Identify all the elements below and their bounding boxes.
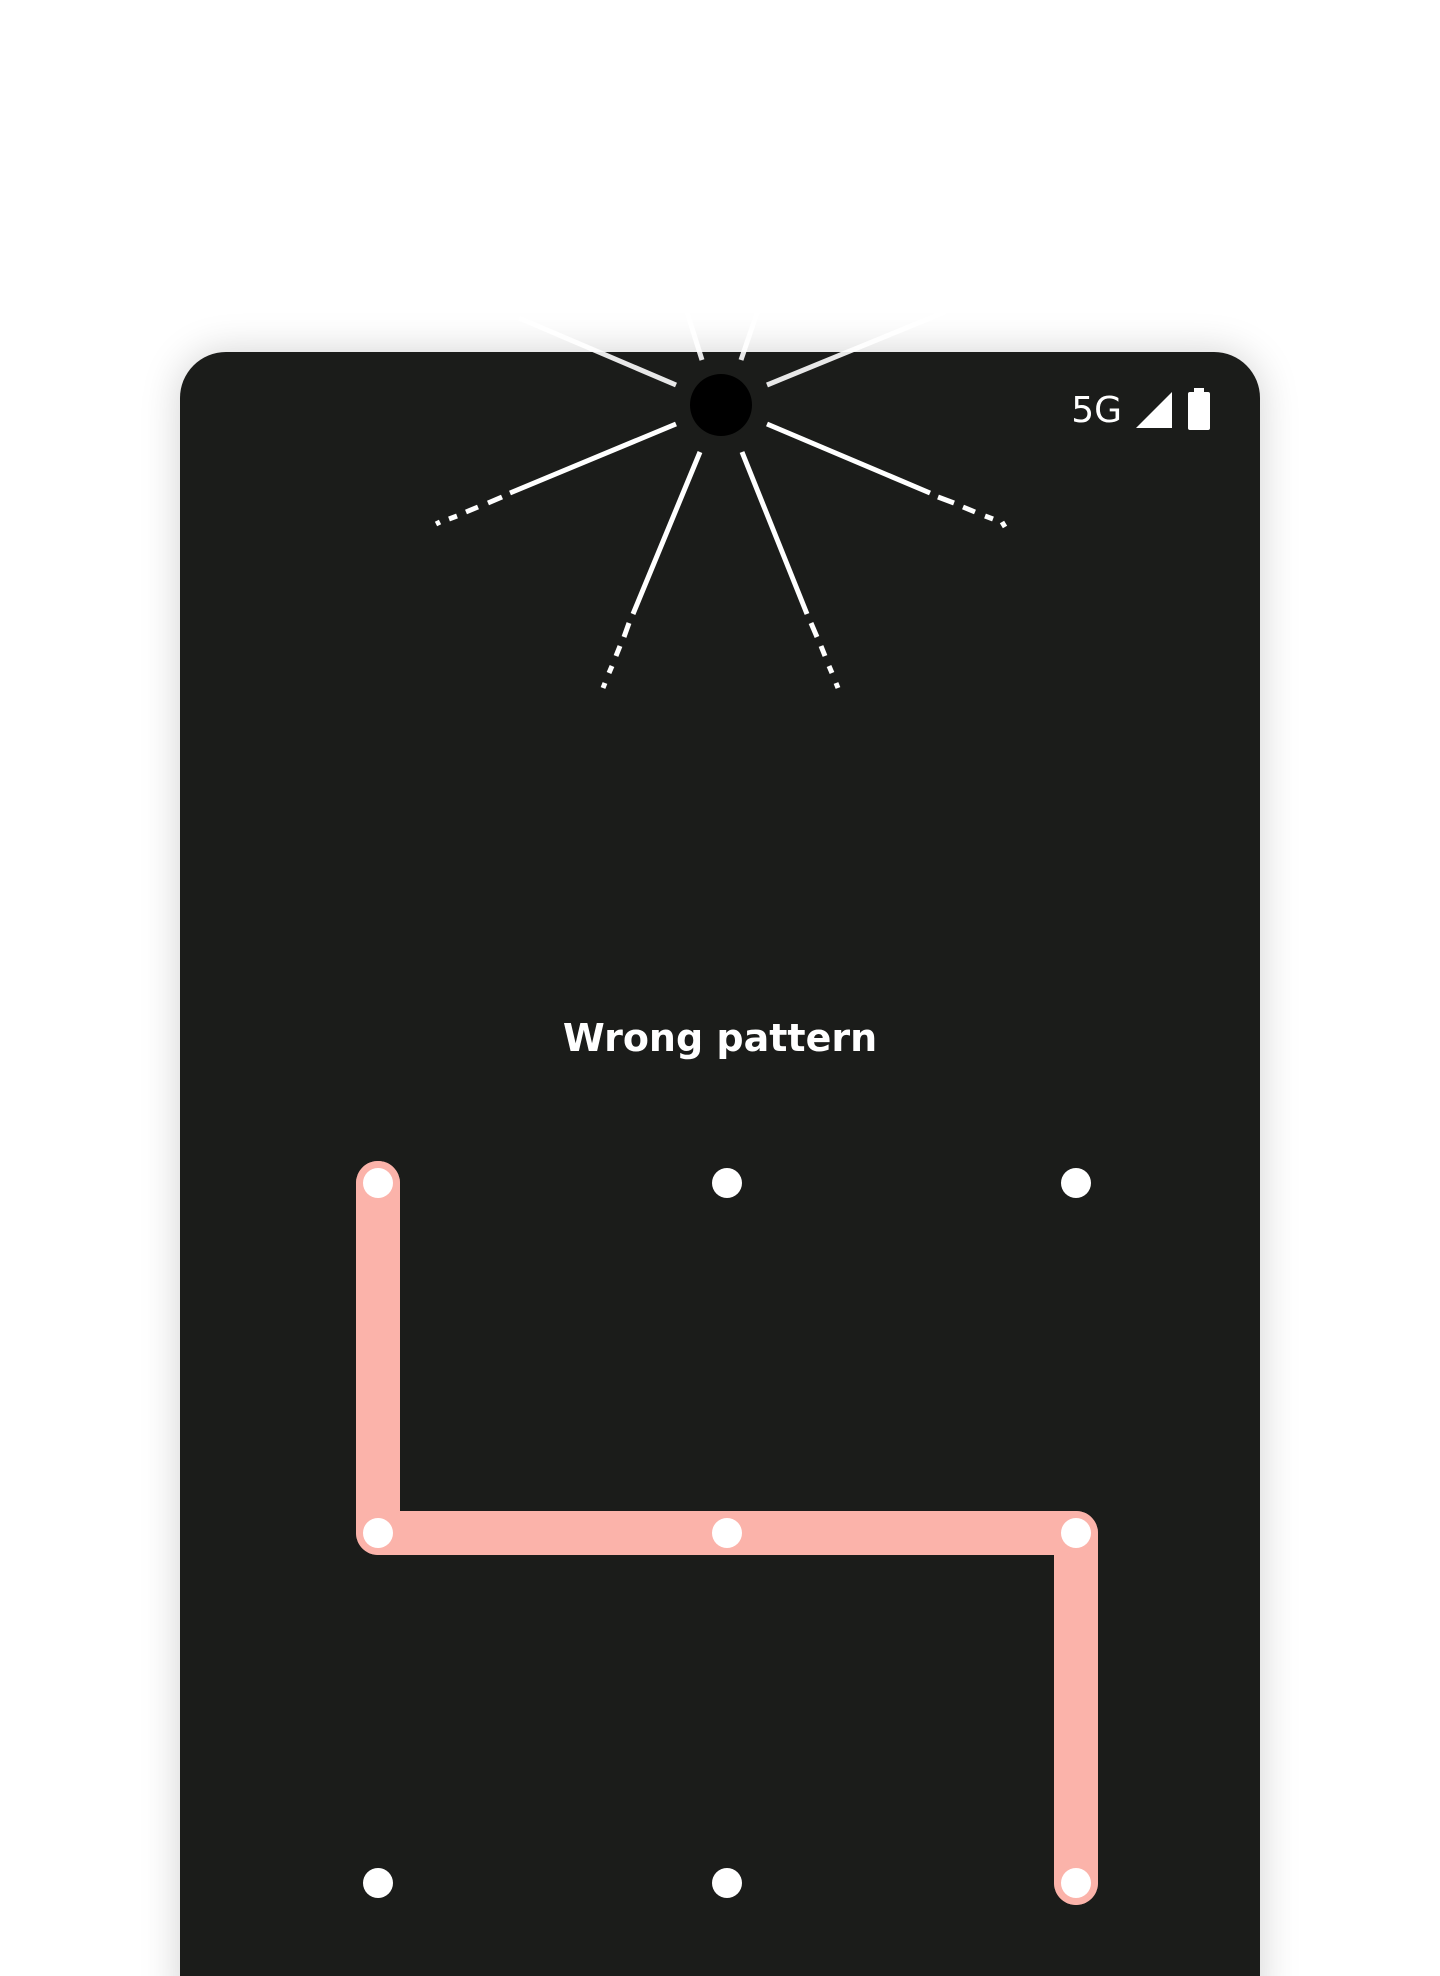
pattern-dot-8[interactable] [712, 1868, 742, 1898]
pattern-dot-3[interactable] [1061, 1168, 1091, 1198]
pattern-dot-2[interactable] [712, 1168, 742, 1198]
pattern-dot-9[interactable] [1054, 1861, 1098, 1905]
pattern-dot-5[interactable] [705, 1511, 749, 1555]
pattern-dot-7[interactable] [363, 1868, 393, 1898]
pattern-dot-6[interactable] [1054, 1511, 1098, 1555]
pattern-dot-4[interactable] [356, 1511, 400, 1555]
pattern-lock-grid[interactable] [0, 0, 1440, 1976]
screen: 5G Wrong pattern [0, 0, 1440, 1976]
pattern-dot-1[interactable] [356, 1161, 400, 1205]
